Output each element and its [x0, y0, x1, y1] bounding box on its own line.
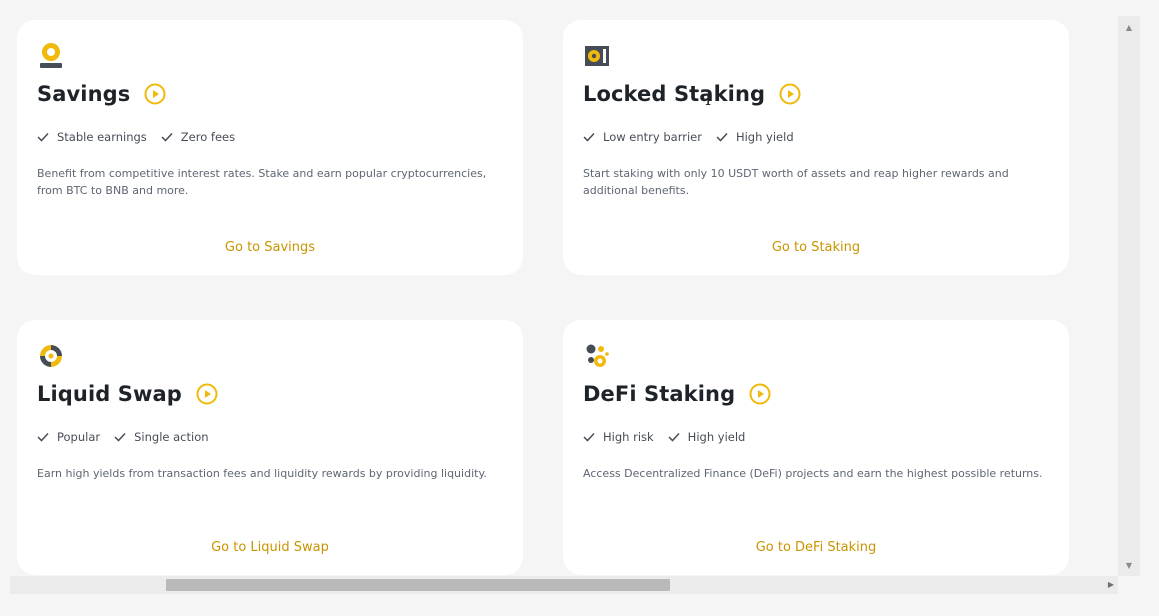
card-description: Start staking with only 10 USDT worth of…: [583, 167, 1009, 197]
card-title: Savings: [37, 82, 131, 106]
play-video-icon[interactable]: [749, 383, 771, 405]
feature-list: High risk High yield: [583, 430, 745, 444]
horizontal-scroll-thumb[interactable]: [166, 579, 670, 591]
check-icon: [37, 432, 49, 442]
scroll-up-arrow-icon[interactable]: ▲: [1118, 20, 1140, 36]
feature-item: Zero fees: [161, 130, 235, 144]
feature-label: Low entry barrier: [603, 130, 702, 144]
feature-list: Popular Single action: [37, 430, 209, 444]
liquid-swap-icon: [40, 345, 62, 367]
feature-label: Single action: [134, 430, 209, 444]
feature-item: Low entry barrier: [583, 130, 702, 144]
play-video-icon[interactable]: [196, 383, 218, 405]
feature-list: Stable earnings Zero fees: [37, 130, 235, 144]
go-to-staking-link[interactable]: Go to Staking: [563, 240, 1069, 255]
card-description: Benefit from competitive interest rates.…: [37, 167, 487, 197]
defi-staking-card: DeFi Staking High risk High yield Access…: [563, 320, 1069, 575]
go-to-liquid-swap-link[interactable]: Go to Liquid Swap: [17, 540, 523, 555]
check-icon: [114, 432, 126, 442]
feature-label: Popular: [57, 430, 101, 444]
liquid-swap-card: Liquid Swap Popular Single action Earn h…: [17, 320, 523, 575]
check-icon: [161, 132, 173, 142]
check-icon: [583, 132, 595, 142]
check-icon: [583, 432, 595, 442]
locked-staking-card: Locked Staking Low entry barrier High yi…: [563, 20, 1069, 275]
card-description: Access Decentralized Finance (DeFi) proj…: [583, 467, 1043, 480]
play-video-icon[interactable]: [779, 83, 801, 105]
feature-label: High yield: [687, 430, 746, 444]
card-title: DeFi Staking: [583, 382, 736, 406]
defi-staking-icon: [586, 344, 609, 367]
feature-list: Low entry barrier High yield: [583, 130, 794, 144]
feature-item: Popular: [37, 430, 100, 444]
card-title: Locked Staking: [583, 82, 766, 106]
check-icon: [668, 432, 680, 442]
horizontal-scrollbar[interactable]: ▶: [10, 576, 1118, 594]
text-cursor-icon: I: [705, 90, 712, 109]
vertical-scrollbar[interactable]: ▲ ▼: [1118, 16, 1140, 576]
products-viewport: Savings Stable earnings Zero fees Benefi…: [0, 0, 1118, 576]
savings-icon: [40, 43, 62, 68]
feature-item: Stable earnings: [37, 130, 147, 144]
feature-item: Single action: [114, 430, 209, 444]
go-to-savings-link[interactable]: Go to Savings: [17, 240, 523, 255]
feature-item: High risk: [583, 430, 654, 444]
feature-label: High yield: [735, 130, 794, 144]
check-icon: [37, 132, 49, 142]
card-description: Earn high yields from transaction fees a…: [37, 467, 487, 480]
go-to-defi-staking-link[interactable]: Go to DeFi Staking: [563, 540, 1069, 555]
feature-label: Zero fees: [180, 130, 236, 144]
feature-label: High risk: [603, 430, 654, 444]
feature-label: Stable earnings: [57, 130, 147, 144]
card-title: Liquid Swap: [37, 382, 182, 406]
locked-staking-icon: [585, 46, 609, 66]
scroll-down-arrow-icon[interactable]: ▼: [1118, 558, 1140, 574]
savings-card: Savings Stable earnings Zero fees Benefi…: [17, 20, 523, 275]
scroll-right-arrow-icon[interactable]: ▶: [1108, 576, 1114, 594]
play-video-icon[interactable]: [144, 83, 166, 105]
feature-item: High yield: [668, 430, 746, 444]
feature-item: High yield: [716, 130, 794, 144]
check-icon: [716, 132, 728, 142]
